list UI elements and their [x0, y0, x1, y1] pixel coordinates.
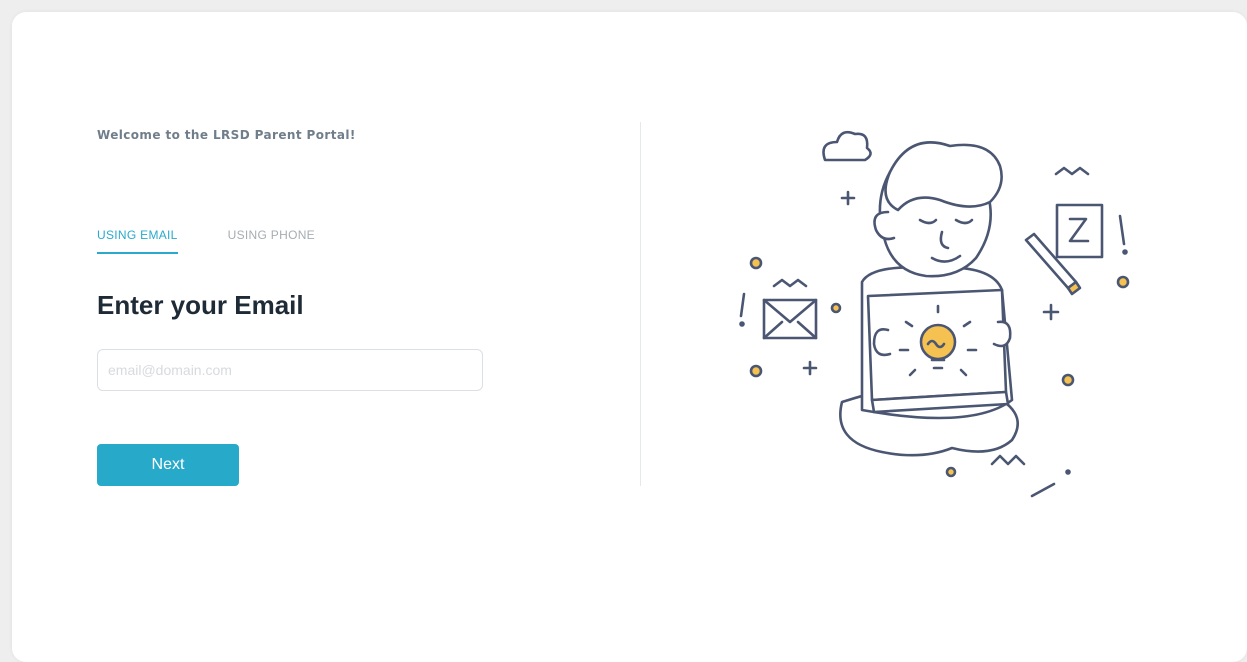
- next-button[interactable]: Next: [97, 444, 239, 486]
- zigzag-icon: [772, 278, 808, 288]
- login-method-tabs: USING EMAIL USING PHONE: [97, 228, 365, 254]
- envelope-icon: [762, 298, 818, 340]
- dash-icon: [1030, 482, 1056, 498]
- sleep-note-icon: [1055, 203, 1104, 259]
- person-with-laptop-illustration: [739, 130, 1130, 498]
- plus-icon: [802, 360, 818, 376]
- plus-icon: [1042, 303, 1060, 321]
- tab-using-phone[interactable]: USING PHONE: [228, 228, 315, 254]
- cloud-icon: [822, 130, 872, 162]
- welcome-text: Welcome to the LRSD Parent Portal!: [97, 128, 356, 142]
- page-title: Enter your Email: [97, 290, 304, 320]
- tab-using-email[interactable]: USING EMAIL: [97, 228, 178, 254]
- zigzag-icon: [1054, 166, 1090, 176]
- login-card: Welcome to the LRSD Parent Portal! USING…: [12, 12, 1247, 662]
- zigzag-icon: [990, 454, 1026, 466]
- email-field[interactable]: [97, 349, 483, 391]
- divider: [640, 122, 641, 486]
- plus-icon: [840, 190, 856, 206]
